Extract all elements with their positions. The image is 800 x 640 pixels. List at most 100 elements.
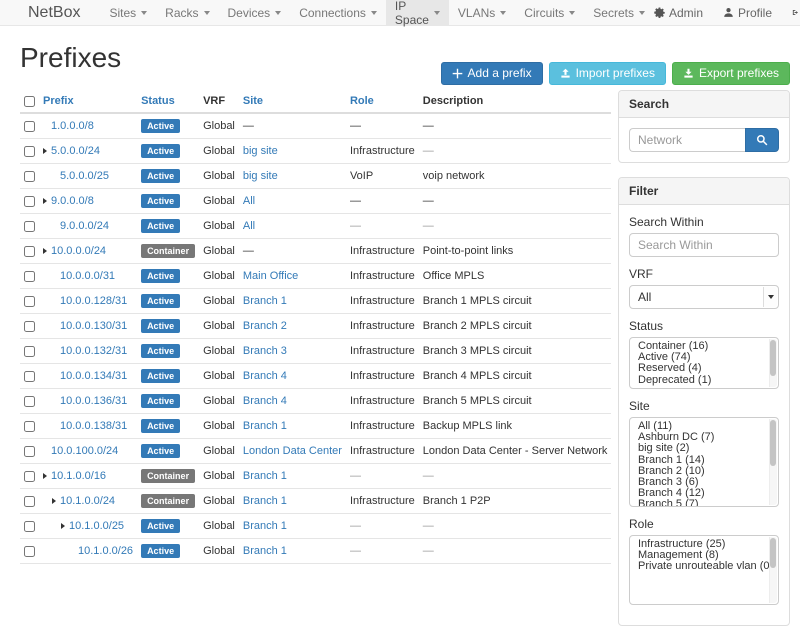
vrf-select[interactable]: All bbox=[629, 285, 779, 309]
site-multiselect[interactable]: All (11)Ashburn DC (7)big site (2)Branch… bbox=[629, 417, 779, 507]
prefix-link[interactable]: 10.0.0.0/31 bbox=[60, 270, 115, 282]
site-link[interactable]: All bbox=[243, 195, 255, 207]
row-checkbox[interactable] bbox=[24, 146, 35, 157]
row-checkbox[interactable] bbox=[24, 321, 35, 332]
prefix-link[interactable]: 10.0.0.128/31 bbox=[60, 295, 127, 307]
site-link[interactable]: big site bbox=[243, 170, 278, 182]
table-row: 10.0.0.136/31ActiveGlobalBranch 4Infrast… bbox=[20, 389, 611, 414]
prefix-link[interactable]: 5.0.0.0/24 bbox=[51, 145, 100, 157]
log-out-link[interactable]: Log out bbox=[792, 0, 800, 27]
prefix-link[interactable]: 5.0.0.0/25 bbox=[60, 170, 109, 182]
row-checkbox[interactable] bbox=[24, 446, 35, 457]
prefix-link[interactable]: 10.1.0.0/26 bbox=[78, 545, 133, 557]
prefix-link[interactable]: 1.0.0.0/8 bbox=[51, 120, 94, 132]
admin-link[interactable]: Admin bbox=[654, 6, 703, 20]
expand-arrow-icon bbox=[61, 523, 65, 529]
search-button[interactable] bbox=[745, 128, 779, 152]
site-link[interactable]: Branch 1 bbox=[243, 295, 287, 307]
status-badge: Container bbox=[141, 244, 195, 258]
empty-value: — bbox=[423, 470, 434, 482]
filter-option[interactable]: big site (2) bbox=[630, 443, 766, 454]
row-checkbox[interactable] bbox=[24, 121, 35, 132]
import-prefixes-button[interactable]: Import prefixes bbox=[549, 62, 666, 85]
nav-item-circuits[interactable]: Circuits bbox=[515, 0, 584, 25]
nav-link-label: Admin bbox=[669, 6, 703, 20]
status-multiselect[interactable]: Container (16)Active (74)Reserved (4)Dep… bbox=[629, 337, 779, 389]
role-value: Infrastructure bbox=[350, 445, 415, 457]
prefix-link[interactable]: 10.1.0.0/25 bbox=[69, 520, 124, 532]
nav-item-devices[interactable]: Devices bbox=[219, 0, 291, 25]
description-value: London Data Center - Server Network bbox=[423, 445, 608, 457]
prefix-link[interactable]: 9.0.0.0/24 bbox=[60, 220, 109, 232]
row-checkbox[interactable] bbox=[24, 221, 35, 232]
filter-option[interactable]: Private unrouteable vlan (0) bbox=[630, 561, 766, 572]
row-checkbox[interactable] bbox=[24, 271, 35, 282]
site-link[interactable]: Branch 1 bbox=[243, 495, 287, 507]
sort-header-prefix[interactable]: Prefix bbox=[43, 95, 74, 107]
row-checkbox[interactable] bbox=[24, 196, 35, 207]
import-prefixes-label: Import prefixes bbox=[576, 66, 655, 81]
nav-item-racks[interactable]: Racks bbox=[156, 0, 218, 25]
row-checkbox[interactable] bbox=[24, 396, 35, 407]
sort-header-role[interactable]: Role bbox=[350, 95, 374, 107]
add-prefix-button[interactable]: Add a prefix bbox=[441, 62, 543, 85]
row-checkbox[interactable] bbox=[24, 171, 35, 182]
nav-item-secrets[interactable]: Secrets bbox=[584, 0, 654, 25]
site-link[interactable]: Branch 2 bbox=[243, 320, 287, 332]
prefix-link[interactable]: 10.0.0.130/31 bbox=[60, 320, 127, 332]
export-prefixes-label: Export prefixes bbox=[699, 66, 779, 81]
site-link[interactable]: Branch 1 bbox=[243, 545, 287, 557]
row-checkbox[interactable] bbox=[24, 421, 35, 432]
row-checkbox[interactable] bbox=[24, 496, 35, 507]
site-link[interactable]: Main Office bbox=[243, 270, 298, 282]
row-checkbox[interactable] bbox=[24, 246, 35, 257]
scrollbar-thumb[interactable] bbox=[770, 340, 776, 376]
prefix-link[interactable]: 10.0.0.132/31 bbox=[60, 345, 127, 357]
prefix-link[interactable]: 10.0.100.0/24 bbox=[51, 445, 118, 457]
site-link[interactable]: Branch 1 bbox=[243, 520, 287, 532]
table-row: 10.0.0.130/31ActiveGlobalBranch 2Infrast… bbox=[20, 314, 611, 339]
site-link[interactable]: London Data Center bbox=[243, 445, 342, 457]
prefix-link[interactable]: 10.0.0.138/31 bbox=[60, 420, 127, 432]
sort-header-site[interactable]: Site bbox=[243, 95, 263, 107]
brand-logo[interactable]: NetBox bbox=[28, 0, 80, 25]
prefix-link[interactable]: 9.0.0.0/8 bbox=[51, 195, 94, 207]
prefix-link[interactable]: 10.0.0.134/31 bbox=[60, 370, 127, 382]
role-multiselect[interactable]: Infrastructure (25)Management (8)Private… bbox=[629, 535, 779, 605]
prefix-link[interactable]: 10.1.0.0/16 bbox=[51, 470, 106, 482]
filter-option[interactable]: Branch 5 (7) bbox=[630, 499, 766, 507]
search-input[interactable] bbox=[629, 128, 745, 152]
sort-header-status[interactable]: Status bbox=[141, 95, 175, 107]
select-all-checkbox[interactable] bbox=[24, 96, 35, 107]
prefix-link[interactable]: 10.0.0.0/24 bbox=[51, 245, 106, 257]
row-checkbox[interactable] bbox=[24, 346, 35, 357]
filter-option[interactable]: Management (8) bbox=[630, 550, 766, 561]
row-checkbox[interactable] bbox=[24, 371, 35, 382]
site-link[interactable]: Branch 4 bbox=[243, 395, 287, 407]
filter-option[interactable]: Reserved (4) bbox=[630, 363, 766, 374]
row-checkbox[interactable] bbox=[24, 471, 35, 482]
nav-item-connections[interactable]: Connections bbox=[290, 0, 386, 25]
export-prefixes-button[interactable]: Export prefixes bbox=[672, 62, 790, 85]
nav-item-sites[interactable]: Sites bbox=[100, 0, 156, 25]
prefix-link[interactable]: 10.1.0.0/24 bbox=[60, 495, 115, 507]
site-link[interactable]: All bbox=[243, 220, 255, 232]
site-link[interactable]: big site bbox=[243, 145, 278, 157]
row-checkbox[interactable] bbox=[24, 521, 35, 532]
filter-option[interactable]: Infrastructure (25) bbox=[630, 539, 766, 550]
nav-item-ip-space[interactable]: IP Space bbox=[386, 0, 449, 25]
scrollbar-thumb[interactable] bbox=[770, 420, 776, 466]
nav-item-vlans[interactable]: VLANs bbox=[449, 0, 515, 25]
filter-option[interactable]: Deprecated (1) bbox=[630, 375, 766, 386]
site-link[interactable]: Branch 3 bbox=[243, 345, 287, 357]
site-link[interactable]: Branch 1 bbox=[243, 420, 287, 432]
prefix-link[interactable]: 10.0.0.136/31 bbox=[60, 395, 127, 407]
profile-link[interactable]: Profile bbox=[723, 6, 772, 20]
row-checkbox[interactable] bbox=[24, 296, 35, 307]
site-link[interactable]: Branch 4 bbox=[243, 370, 287, 382]
role-value: Infrastructure bbox=[350, 270, 415, 282]
row-checkbox[interactable] bbox=[24, 546, 35, 557]
scrollbar-thumb[interactable] bbox=[770, 538, 776, 568]
search-within-input[interactable] bbox=[629, 233, 779, 257]
site-link[interactable]: Branch 1 bbox=[243, 470, 287, 482]
